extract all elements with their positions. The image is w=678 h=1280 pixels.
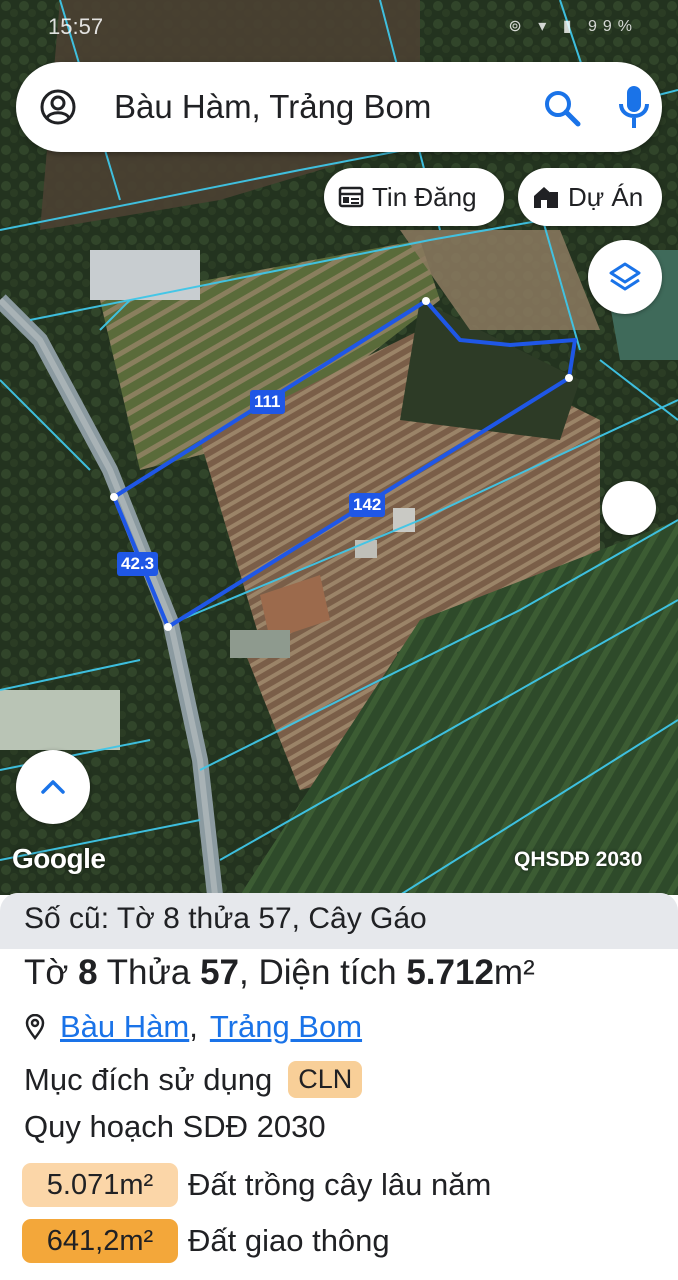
plan-area-row: 641,2m² Đất giao thông — [22, 1219, 390, 1263]
layers-button[interactable] — [588, 240, 662, 314]
plan-area-use: Đất trồng cây lâu năm — [188, 1167, 492, 1202]
projects-chip[interactable]: Dự Án — [518, 168, 662, 226]
location-separator: , — [189, 1009, 198, 1044]
expand-up-button[interactable] — [16, 750, 90, 824]
parcel-title: Tờ 8 Thửa 57, Diện tích 5.712m² — [24, 953, 535, 993]
commune-link[interactable]: Bàu Hàm — [60, 1009, 189, 1045]
status-icons: ⊚ ▾ ▮ 99% — [508, 18, 638, 35]
sheet-number: 8 — [78, 953, 98, 992]
plan-area-pill: 5.071m² — [22, 1163, 178, 1207]
title-mid-1: Thửa — [97, 953, 201, 992]
news-chip-label: Tin Đăng — [372, 181, 477, 212]
building-icon — [534, 187, 558, 208]
account-icon[interactable] — [40, 89, 76, 125]
search-query[interactable]: Bàu Hàm, Trảng Bom — [114, 88, 431, 126]
area-value: 5.712 — [406, 953, 494, 992]
listing-icon — [338, 186, 364, 208]
usage-row: Mục đích sử dụng CLN — [24, 1061, 363, 1098]
parcel-info-panel[interactable]: Số cũ: Tờ 8 thửa 57, Cây Gáo Tờ 8 Thửa 5… — [0, 893, 678, 1280]
area-unit: m² — [493, 953, 535, 992]
plan-heading: Quy hoạch SDĐ 2030 — [24, 1109, 326, 1144]
chevron-up-icon — [41, 780, 65, 794]
edge-length-north: 111 — [250, 390, 285, 414]
microphone-icon[interactable] — [614, 84, 654, 130]
status-bar: 15:57 ⊚ ▾ ▮ 99% — [0, 0, 678, 50]
projects-chip-label: Dự Án — [568, 181, 644, 212]
news-listings-chip[interactable]: Tin Đăng — [324, 168, 504, 226]
title-mid-2: , Diện tích — [239, 953, 407, 992]
usage-code-badge: CLN — [288, 1061, 363, 1098]
edge-length-south: 142 — [349, 493, 386, 517]
search-icon[interactable] — [542, 88, 582, 128]
map-side-handle[interactable] — [602, 481, 656, 535]
parcel-number: 57 — [200, 953, 240, 992]
plan-layer-label: QHSDĐ 2030 — [514, 848, 643, 871]
satellite-map[interactable]: 15:57 ⊚ ▾ ▮ 99% Bàu Hàm, Trảng Bom Tin Đ… — [0, 0, 678, 895]
google-logo: Google — [12, 843, 106, 874]
plan-area-pill: 641,2m² — [22, 1219, 178, 1263]
title-prefix: Tờ — [24, 953, 79, 992]
location-row: Bàu Hàm, Trảng Bom — [24, 1009, 362, 1045]
old-reference-bar: Số cũ: Tờ 8 thửa 57, Cây Gáo — [0, 893, 678, 949]
layers-icon — [609, 262, 641, 291]
search-bar[interactable]: Bàu Hàm, Trảng Bom — [16, 62, 662, 152]
plan-area-row: 5.071m² Đất trồng cây lâu năm — [22, 1163, 491, 1207]
plan-area-use: Đất giao thông — [188, 1223, 390, 1258]
edge-length-west: 42.3 — [117, 552, 159, 576]
usage-label: Mục đích sử dụng — [24, 1061, 273, 1097]
location-pin-icon — [25, 1014, 45, 1040]
district-link[interactable]: Trảng Bom — [210, 1009, 362, 1045]
status-time: 15:57 — [48, 14, 104, 39]
